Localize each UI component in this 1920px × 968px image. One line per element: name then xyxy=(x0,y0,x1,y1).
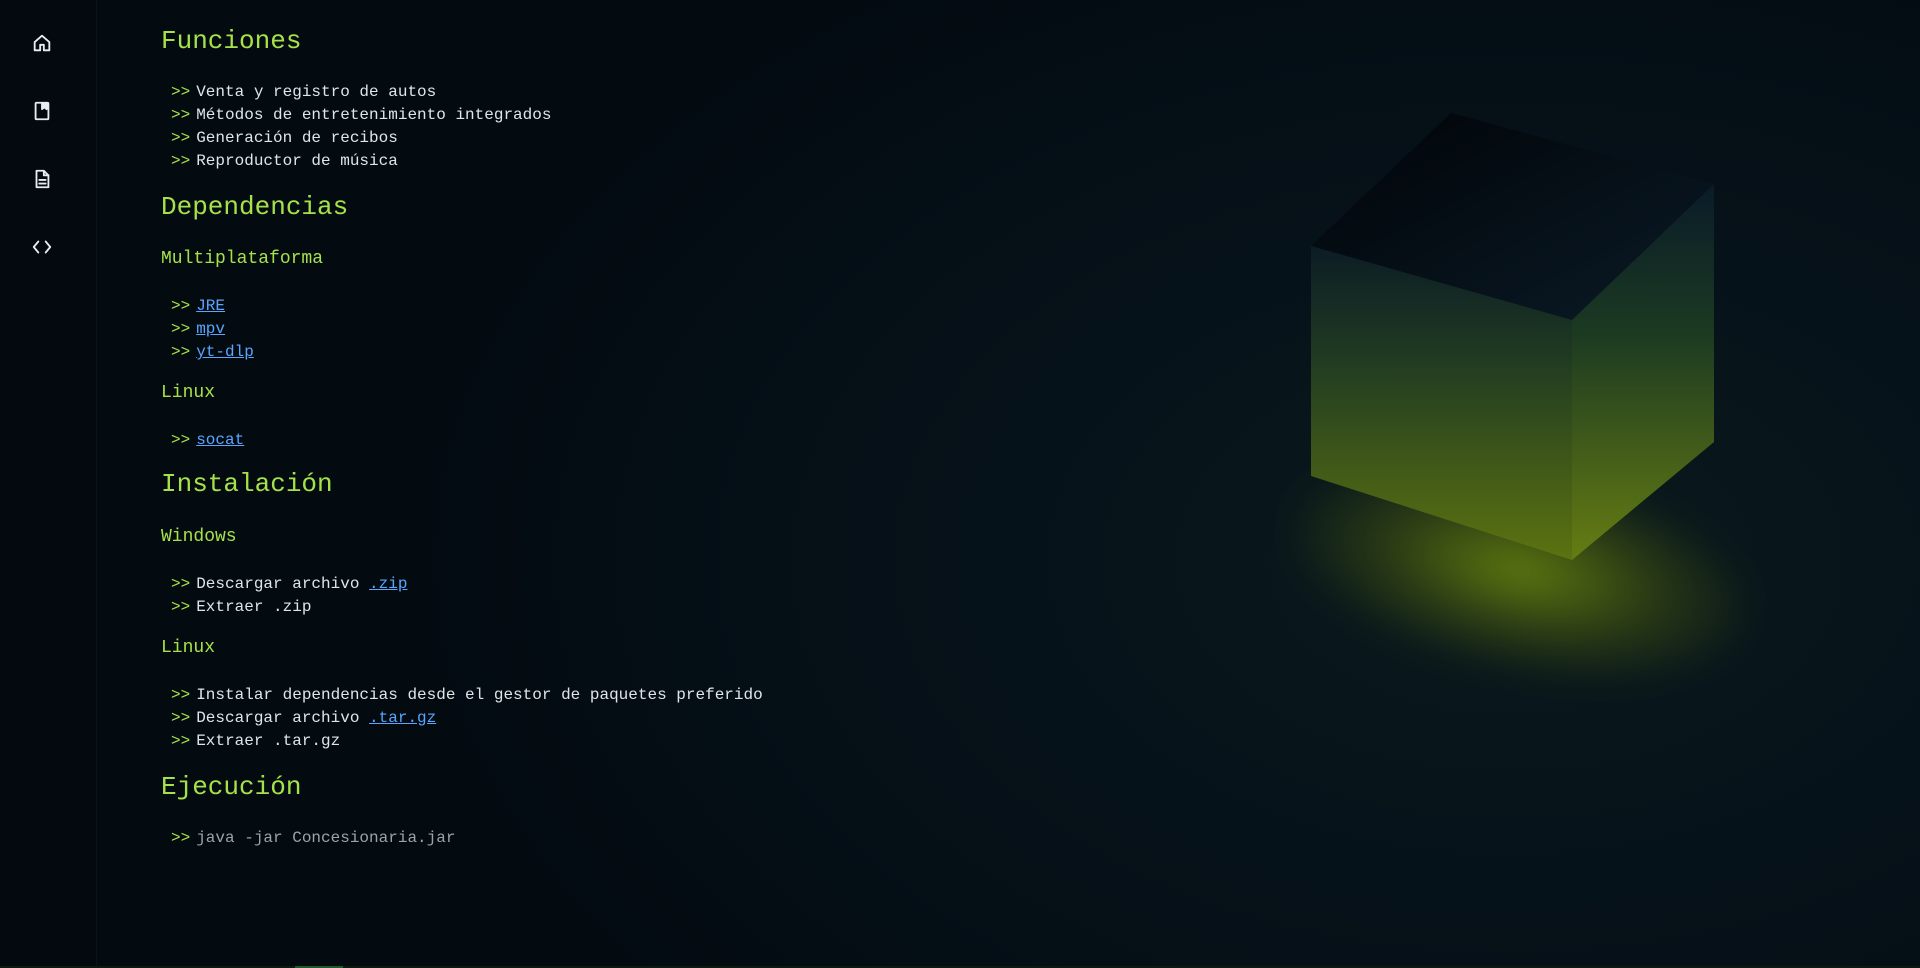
list-item: >> Instalar dependencias desde el gestor … xyxy=(171,686,763,704)
link-mpv[interactable]: mpv xyxy=(196,320,225,338)
link-zip[interactable]: .zip xyxy=(369,575,407,593)
list-item: >> Generación de recibos xyxy=(171,129,398,147)
document-icon[interactable] xyxy=(30,167,54,191)
link-yt-dlp[interactable]: yt-dlp xyxy=(196,343,254,361)
list-item: >> Descargar archivo .tar.gz xyxy=(171,709,437,727)
section-title-instalacion: Instalación xyxy=(161,469,333,499)
list-item: >> socat xyxy=(171,431,245,449)
subsection-title-multiplataforma: Multiplataforma xyxy=(161,249,324,269)
subsection-title-linux: Linux xyxy=(161,383,216,403)
home-icon[interactable] xyxy=(30,31,54,55)
list-item: >> Descargar archivo .zip xyxy=(171,575,408,593)
book-icon[interactable] xyxy=(30,99,54,123)
link-tar-gz[interactable]: .tar.gz xyxy=(369,709,436,727)
section-title-dependencias: Dependencias xyxy=(161,192,349,222)
section-title-funciones: Funciones xyxy=(161,26,302,56)
list-item: >> Extraer .zip xyxy=(171,598,312,616)
list-item: >> JRE xyxy=(171,297,226,315)
cube-illustration xyxy=(1311,113,1714,560)
list-item: >> Reproductor de música xyxy=(171,152,398,170)
list-item: >> Métodos de entretenimiento integrados xyxy=(171,106,552,124)
subsection-title-linux-install: Linux xyxy=(161,638,216,658)
subsection-title-windows: Windows xyxy=(161,527,237,547)
list-item: >> mpv xyxy=(171,320,226,338)
list-item: >> yt-dlp xyxy=(171,343,254,361)
code-icon[interactable] xyxy=(30,235,54,259)
list-item: >> Extraer .tar.gz xyxy=(171,732,341,750)
link-socat[interactable]: socat xyxy=(196,431,244,449)
command-code: java -jar Concesionaria.jar xyxy=(196,829,456,847)
section-title-ejecucion: Ejecución xyxy=(161,772,302,802)
list-item: >> java -jar Concesionaria.jar xyxy=(171,829,456,847)
link-jre[interactable]: JRE xyxy=(196,297,225,315)
sidebar xyxy=(0,0,97,968)
list-item: >> Venta y registro de autos xyxy=(171,83,437,101)
